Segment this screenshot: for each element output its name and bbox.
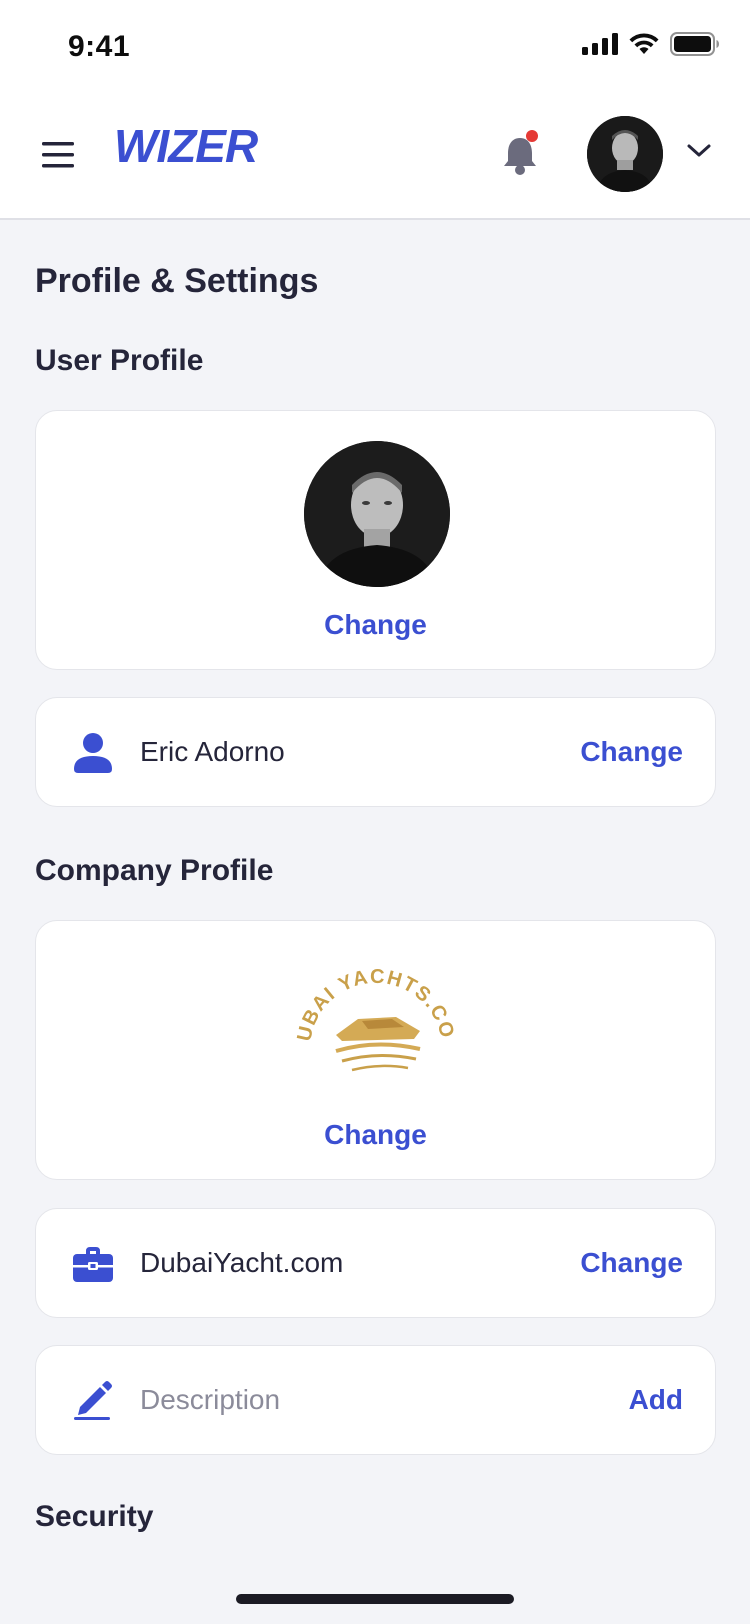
app-header: WIZER xyxy=(0,96,750,220)
user-icon xyxy=(74,733,112,773)
company-profile-title: Company Profile xyxy=(35,854,274,887)
briefcase-icon xyxy=(73,1247,113,1282)
status-icons xyxy=(582,32,720,56)
logo-text: WIZER xyxy=(114,120,258,172)
change-photo-link[interactable]: Change xyxy=(36,609,715,641)
company-name: DubaiYacht.com xyxy=(140,1247,344,1278)
wifi-icon xyxy=(629,33,659,54)
notification-dot xyxy=(526,130,538,142)
menu-icon[interactable] xyxy=(40,138,78,172)
pencil-icon xyxy=(74,1381,112,1420)
profile-photo xyxy=(304,441,450,587)
description-placeholder: Description xyxy=(140,1384,281,1415)
user-name-row: Eric Adorno Change xyxy=(35,697,716,807)
avatar[interactable] xyxy=(587,116,663,192)
change-logo-link[interactable]: Change xyxy=(36,1119,715,1151)
company-logo-card: DUBAI YACHTS.COM Change xyxy=(35,920,716,1180)
add-description-link[interactable]: Add xyxy=(629,1384,683,1416)
cellular-signal-icon xyxy=(582,33,618,55)
battery-icon xyxy=(670,32,719,56)
company-name-row: DubaiYacht.com Change xyxy=(35,1208,716,1318)
security-title: Security xyxy=(35,1500,154,1533)
home-indicator xyxy=(236,1594,514,1604)
user-profile-title: User Profile xyxy=(35,344,204,377)
company-logo: DUBAI YACHTS.COM xyxy=(296,957,456,1072)
status-bar: 9:41 xyxy=(0,0,750,96)
bell-icon[interactable] xyxy=(500,128,544,178)
user-name: Eric Adorno xyxy=(140,736,285,767)
description-row[interactable]: Description Add xyxy=(35,1345,716,1455)
user-photo-card: Change xyxy=(35,410,716,670)
status-time: 9:41 xyxy=(68,30,131,63)
change-name-link[interactable]: Change xyxy=(580,736,683,768)
change-company-link[interactable]: Change xyxy=(580,1247,683,1279)
page-title: Profile & Settings xyxy=(35,262,319,300)
wizer-logo: WIZER xyxy=(114,120,259,172)
chevron-down-icon[interactable] xyxy=(686,142,712,160)
